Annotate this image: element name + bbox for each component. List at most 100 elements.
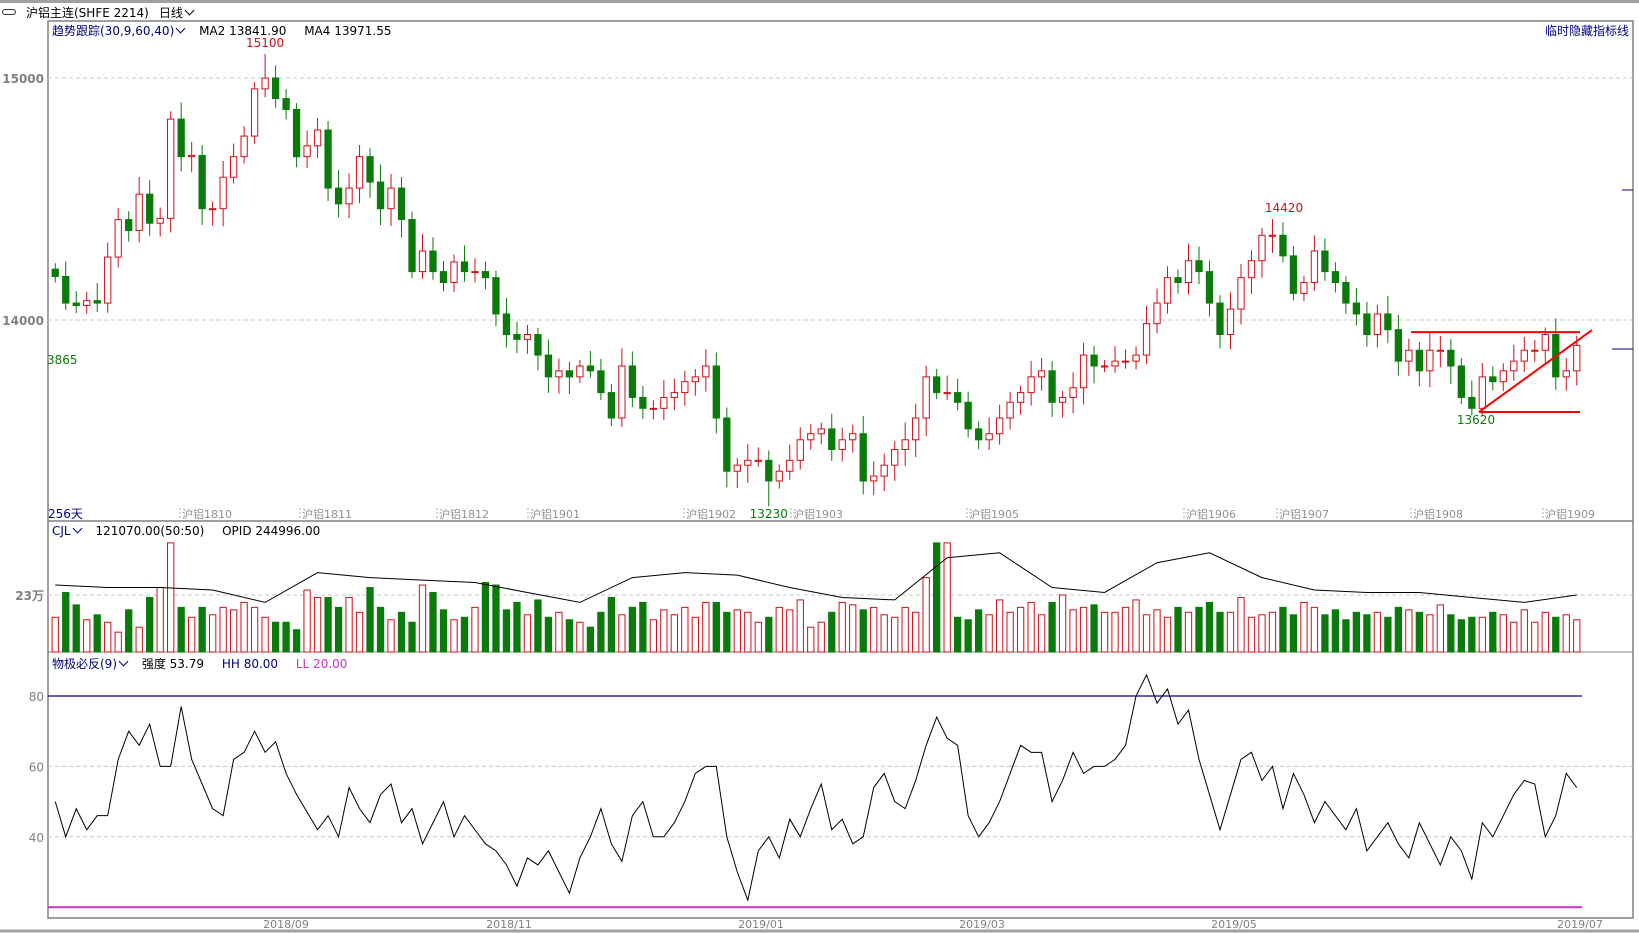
hide-indicator-link[interactable]: 临时隐藏指标线 xyxy=(1545,22,1629,39)
candle-up xyxy=(250,88,259,137)
candle-down xyxy=(1331,271,1340,283)
volume-bar-up xyxy=(1520,609,1528,653)
volume-bar-down xyxy=(544,616,553,653)
date-tick-label: 2019/05 xyxy=(1211,918,1257,931)
candle-down xyxy=(1174,277,1182,283)
opid-value: OPID 244996.00 xyxy=(222,524,321,538)
volume-bar-down xyxy=(334,606,343,653)
contract-label: 沪铝1902 xyxy=(686,507,736,521)
volume-bar-down xyxy=(1279,606,1287,653)
volume-bar-up xyxy=(880,614,888,653)
volume-bar-up xyxy=(114,631,122,653)
contract-label: 沪铝1810 xyxy=(182,507,232,521)
volume-bar-down xyxy=(1090,604,1098,653)
osc-indicator-selector[interactable]: 物极必反(9) xyxy=(52,656,130,671)
volume-bar-up xyxy=(355,611,364,653)
volume-bar-down xyxy=(408,621,416,653)
candle-up xyxy=(114,219,122,258)
contract-label: 沪铝1908 xyxy=(1413,507,1463,521)
candle-up xyxy=(1069,387,1077,398)
candle-up xyxy=(1510,360,1518,372)
candle-up xyxy=(1100,365,1109,368)
volume-bar-down xyxy=(177,606,185,653)
volume-bar-down xyxy=(1289,614,1298,653)
volume-bar-up xyxy=(1153,609,1161,653)
volume-value: 121070.00(50:50) xyxy=(95,524,205,538)
candle-up xyxy=(1111,360,1119,367)
volume-bar-down xyxy=(1363,614,1371,653)
volume-bar-down xyxy=(586,626,595,653)
ma4-value: MA4 13971.55 xyxy=(304,24,392,38)
volume-bar-up xyxy=(167,542,175,653)
volume-bar-down xyxy=(1394,606,1403,653)
volume-bar-down xyxy=(639,601,647,653)
volume-bar-up xyxy=(901,606,909,653)
indicator-selector[interactable]: 趋势跟踪(30,9,60,40) xyxy=(52,23,187,38)
candle-up xyxy=(229,156,238,178)
candle-down xyxy=(1468,396,1476,409)
candle-down xyxy=(974,428,983,441)
candle-up xyxy=(167,118,175,219)
volume-bar-up xyxy=(1027,601,1035,653)
candle-down xyxy=(397,187,406,221)
volume-bar-up xyxy=(1226,611,1235,653)
candle-down xyxy=(1048,370,1056,403)
peak-annotation: 14420 xyxy=(1265,201,1303,215)
volume-bar-down xyxy=(1342,619,1350,653)
volume-bar-up xyxy=(1016,606,1025,653)
volume-bar-down xyxy=(974,609,983,653)
volume-bar-up xyxy=(1310,606,1319,653)
candle-up xyxy=(555,370,563,378)
candle-up xyxy=(156,217,164,224)
volume-bar-up xyxy=(229,609,238,653)
osc-tick-label: 40 xyxy=(29,831,44,845)
volume-bar-up xyxy=(995,599,1004,653)
candle-up xyxy=(219,176,227,210)
candle-up xyxy=(1258,234,1266,262)
candle-up xyxy=(576,365,584,378)
date-tick-label: 2018/11 xyxy=(486,918,532,931)
candle-up xyxy=(83,300,91,306)
candle-up xyxy=(188,154,196,158)
candle-down xyxy=(62,275,70,304)
chart-canvas[interactable]: 15000 14000 沪铝1810 沪铝1811 沪铝1812 沪铝1901 沪铝1902… xyxy=(0,0,1639,933)
volume-bar-down xyxy=(765,616,773,653)
volume-bar-down xyxy=(1331,609,1340,653)
candle-up xyxy=(1268,234,1277,237)
volume-bar-up xyxy=(156,587,164,653)
volume-bar-down xyxy=(1552,616,1560,653)
volume-bar-up xyxy=(1405,609,1413,653)
volume-bar-up xyxy=(744,611,752,653)
candle-down xyxy=(376,181,385,210)
volume-bar-up xyxy=(1258,614,1266,653)
volume-bar-down xyxy=(628,606,637,653)
candle-down xyxy=(1090,354,1098,367)
candle-up xyxy=(1562,370,1570,378)
volume-bar-down xyxy=(1489,611,1497,653)
volume-bar-up xyxy=(649,619,658,653)
date-tick-label: 2019/07 xyxy=(1557,918,1603,931)
volume-bar-up xyxy=(817,621,825,653)
recent-low-annotation: 13620 xyxy=(1457,413,1495,427)
volume-bar-up xyxy=(1142,614,1151,653)
candle-up xyxy=(1541,334,1549,351)
osc-ll: LL 20.00 xyxy=(295,657,348,671)
candle-up xyxy=(1247,260,1256,279)
volume-indicator-selector[interactable]: CJL xyxy=(52,523,84,538)
candle-up xyxy=(1310,250,1319,283)
volume-bar-up xyxy=(1237,596,1245,653)
contract-label: 沪铝1905 xyxy=(969,507,1019,521)
candle-down xyxy=(502,313,511,336)
candle-up xyxy=(313,129,322,147)
candle-up xyxy=(995,417,1004,435)
volume-bar-down xyxy=(859,609,867,653)
volume-bar-up xyxy=(387,619,395,653)
candle-down xyxy=(534,334,542,356)
candle-up xyxy=(817,428,825,435)
volume-bar-up xyxy=(1247,616,1256,653)
volume-bar-up xyxy=(1573,619,1581,653)
volume-bar-up xyxy=(786,609,794,653)
candle-down xyxy=(597,370,605,394)
candle-up xyxy=(1426,349,1434,372)
volume-bar-up xyxy=(51,616,59,653)
